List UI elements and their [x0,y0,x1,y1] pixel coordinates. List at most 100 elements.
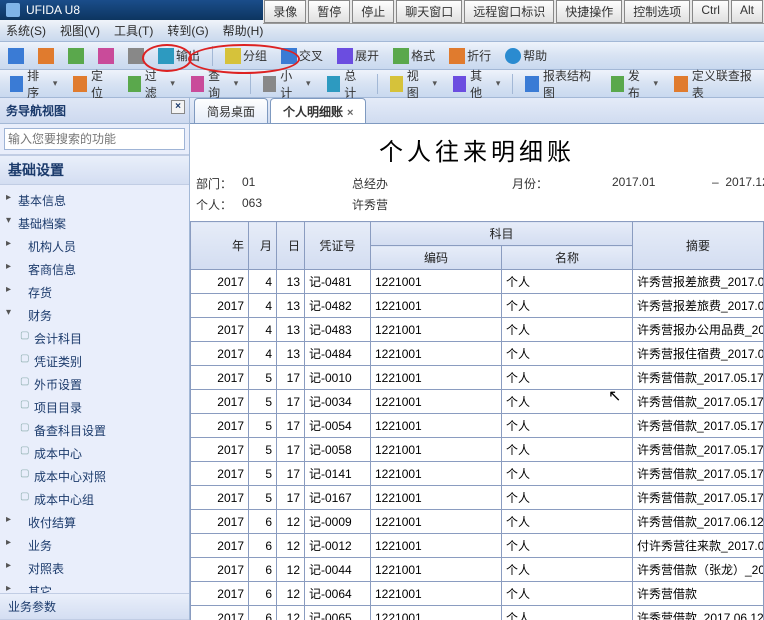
cell: 1221001 [371,270,502,294]
tab-personal-detail[interactable]: 个人明细账× [270,98,366,123]
nav-close-icon[interactable]: × [171,100,185,114]
wrap-button[interactable]: 折行 [445,45,495,66]
help-button[interactable]: 帮助 [501,45,551,66]
search-input[interactable] [4,128,185,150]
node-recpay[interactable]: 收付结算 [0,511,189,534]
tab-simple-desktop[interactable]: 简易桌面 [194,98,268,123]
table-row[interactable]: 2017612记-00641221001个人许秀营借款 [191,582,764,606]
cross-button[interactable]: 交叉 [277,45,327,66]
node-base-file[interactable]: 基础档案 [0,212,189,235]
tb1-icon-4[interactable] [94,46,118,66]
cell: 记-0009 [305,510,371,534]
menu-item[interactable]: 转到(G) [167,22,208,39]
table-row[interactable]: 2017413记-04841221001个人许秀营报住宿费_2017.04.13 [191,342,764,366]
cell: 2017 [191,510,249,534]
sort-button[interactable]: 排序 [4,65,63,103]
publish-button[interactable]: 发布 [605,65,664,103]
table-row[interactable]: 2017413记-04811221001个人许秀营报差旅费_2017.04.13 [191,270,764,294]
subtotal-button[interactable]: 小计 [257,65,316,103]
cell: 1221001 [371,366,502,390]
recorder-btn[interactable]: 控制选项 [624,0,690,23]
th-code[interactable]: 编码 [371,246,502,270]
node-fin[interactable]: 财务 [0,304,189,327]
tb1-icon-3[interactable] [64,46,88,66]
tree-leaf[interactable]: 会计科目 [0,327,189,350]
tree-leaf[interactable]: 外币设置 [0,373,189,396]
table-row[interactable]: 2017612记-00091221001个人许秀营借款_2017.06.12 [191,510,764,534]
menu-item[interactable]: 系统(S) [6,22,46,39]
th-year[interactable]: 年 [191,222,249,270]
total-button[interactable]: 总计 [321,65,371,103]
table-row[interactable]: 2017612记-00121221001个人付许秀营往来款_2017.06.12 [191,534,764,558]
menu-item[interactable]: 工具(T) [114,22,153,39]
cell: 1221001 [371,342,502,366]
tree-leaf[interactable]: 成本中心 [0,442,189,465]
tree-leaf[interactable]: 备查科目设置 [0,419,189,442]
table-row[interactable]: 2017612记-00441221001个人许秀营借款（张龙）_2017.06.… [191,558,764,582]
tree-leaf[interactable]: 凭证类别 [0,350,189,373]
table-row[interactable]: 2017517记-00581221001个人许秀营借款_2017.05.17 [191,438,764,462]
cell: 个人 [502,534,633,558]
th-day[interactable]: 日 [277,222,305,270]
node-contrast[interactable]: 对照表 [0,557,189,580]
cell: 记-0012 [305,534,371,558]
month-from: 2017.01 [612,175,712,192]
recorder-btn[interactable]: 快捷操作 [556,0,622,23]
recorder-btn[interactable]: 聊天窗口 [396,0,462,23]
tb1-icon-2[interactable] [34,46,58,66]
query-button[interactable]: 查询 [185,65,244,103]
nav-footer[interactable]: 业务参数 [0,593,189,620]
cell: 记-0483 [305,318,371,342]
table-row[interactable]: 2017517记-01671221001个人许秀营借款_2017.05.17 [191,486,764,510]
recorder-btn[interactable]: Alt [731,0,763,23]
recorder-btn[interactable]: 暂停 [308,0,350,23]
th-month[interactable]: 月 [249,222,277,270]
toolbar-2: 排序 定位 过滤 查询 小计 总计 视图 其他 报表结构图 发布 定义联查报表 [0,70,764,98]
tb1-icon-5[interactable] [124,46,148,66]
th-voucher[interactable]: 凭证号 [305,222,371,270]
nav-section[interactable]: 基础设置 [0,155,189,185]
tree-leaf[interactable]: 成本中心组 [0,488,189,511]
view-button[interactable]: 视图 [384,65,443,103]
th-summary[interactable]: 摘要 [633,222,764,270]
tab-close-icon[interactable]: × [347,107,353,119]
node-other[interactable]: 其它 [0,580,189,593]
node-org[interactable]: 机构人员 [0,235,189,258]
group-button[interactable]: 分组 [221,45,271,66]
recorder-btn[interactable]: 远程窗口标识 [464,0,554,23]
table-row[interactable]: 2017413记-04821221001个人许秀营报差旅费_2017.04.13 [191,294,764,318]
define-cascade-button[interactable]: 定义联查报表 [668,65,760,103]
cell: 2017 [191,270,249,294]
th-name[interactable]: 名称 [502,246,633,270]
node-base-info[interactable]: 基本信息 [0,189,189,212]
recorder-btn[interactable]: 录像 [264,0,306,23]
format-button[interactable]: 格式 [389,45,439,66]
tree-leaf[interactable]: 项目目录 [0,396,189,419]
expand-button[interactable]: 展开 [333,45,383,66]
cell: 记-0482 [305,294,371,318]
month-label: 月份： [512,175,612,192]
recorder-btn[interactable]: Ctrl [692,0,729,23]
output-button[interactable]: 输出 [154,45,204,66]
filter-button[interactable]: 过滤 [122,65,181,103]
node-cust[interactable]: 客商信息 [0,258,189,281]
table-row[interactable]: 2017612记-00651221001个人许秀营借款_2017.06.12 [191,606,764,620]
table-row[interactable]: 2017517记-01411221001个人许秀营借款_2017.05.17 [191,462,764,486]
locate-button[interactable]: 定位 [67,65,117,103]
cell: 个人 [502,294,633,318]
tb1-icon-1[interactable] [4,46,28,66]
menu-item[interactable]: 帮助(H) [223,22,264,39]
recorder-btn[interactable]: 停止 [352,0,394,23]
table-row[interactable]: 2017517记-00341221001个人许秀营借款_2017.05.17 [191,390,764,414]
table-row[interactable]: 2017413记-04831221001个人许秀营报办公用品费_2017.04.… [191,318,764,342]
th-subject[interactable]: 科目 [371,222,633,246]
node-biz[interactable]: 业务 [0,534,189,557]
cell: 6 [249,510,277,534]
other-button[interactable]: 其他 [447,65,506,103]
tree-leaf[interactable]: 成本中心对照 [0,465,189,488]
table-row[interactable]: 2017517记-00541221001个人许秀营借款_2017.05.17 [191,414,764,438]
node-stock[interactable]: 存货 [0,281,189,304]
report-struct-button[interactable]: 报表结构图 [519,65,600,103]
table-row[interactable]: 2017517记-00101221001个人许秀营借款_2017.05.17 [191,366,764,390]
menu-item[interactable]: 视图(V) [60,22,100,39]
